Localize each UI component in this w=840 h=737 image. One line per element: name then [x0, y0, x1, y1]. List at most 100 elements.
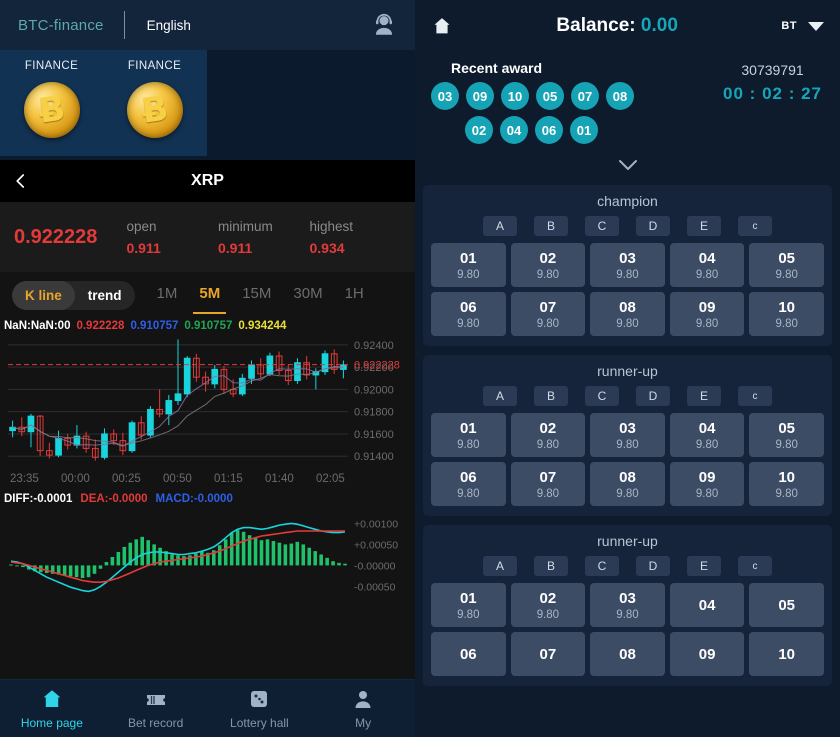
number-grid: 019.80029.80039.80049.80059.80069.80079.…	[431, 243, 824, 336]
timeframe-15m[interactable]: 15M	[242, 285, 271, 305]
bet-cell[interactable]: 059.80	[749, 243, 824, 287]
issue-number: 30739791	[723, 62, 822, 78]
letter-tab-c[interactable]: c	[738, 386, 772, 406]
finance-banner: FINANCE FINANCE	[0, 50, 415, 160]
bet-cell[interactable]: 069.80	[431, 462, 506, 506]
bet-cell[interactable]: 07	[511, 632, 586, 676]
letter-tab-E[interactable]: E	[687, 216, 721, 236]
quote-stat-highest: highest 0.934	[309, 219, 401, 256]
letter-tab-C[interactable]: C	[585, 556, 619, 576]
nav-item-bet-record[interactable]: Bet record	[104, 680, 208, 737]
bet-cell[interactable]: 039.80	[590, 583, 665, 627]
nav-item-home[interactable]: Home page	[0, 680, 104, 737]
bet-cell-number: 02	[540, 590, 557, 607]
bet-cell-number: 09	[699, 299, 716, 316]
bet-cell-odds: 9.80	[775, 269, 797, 281]
letter-tab-E[interactable]: E	[687, 386, 721, 406]
number-grid: 019.80029.80039.80049.80059.80 069.80079.…	[431, 413, 824, 506]
expand-row[interactable]	[415, 154, 840, 176]
bet-cell[interactable]: 029.80	[511, 583, 586, 627]
bet-cell[interactable]: 06	[431, 632, 506, 676]
bet-cell[interactable]: 109.80	[749, 462, 824, 506]
letter-tab-D[interactable]: D	[636, 216, 670, 236]
letter-tab-c[interactable]: c	[738, 216, 772, 236]
timeframe-1m[interactable]: 1M	[157, 285, 178, 305]
chevron-left-icon[interactable]	[12, 172, 30, 190]
finance-card[interactable]: FINANCE	[103, 50, 206, 156]
timeframe-5m[interactable]: 5M	[199, 285, 220, 305]
bet-cell-number: 08	[619, 299, 636, 316]
bet-cell[interactable]: 109.80	[749, 292, 824, 336]
bet-cell[interactable]: 049.80	[670, 413, 745, 457]
bet-cell[interactable]: 039.80	[590, 243, 665, 287]
timeframe-1h[interactable]: 1H	[345, 285, 364, 305]
bet-cell[interactable]: 019.80	[431, 413, 506, 457]
bet-cell[interactable]: 029.80	[511, 243, 586, 287]
language-selector[interactable]: English	[147, 18, 191, 33]
bet-cell[interactable]: 059.80	[749, 413, 824, 457]
letter-tabs: ABCDEc	[431, 386, 824, 406]
bet-cell[interactable]: 08	[590, 632, 665, 676]
chevron-down-icon[interactable]	[808, 22, 824, 31]
nav-item-lottery-hall[interactable]: Lottery hall	[208, 680, 312, 737]
bottom-nav: Home page Bet record Lottery hall	[0, 679, 415, 737]
candlestick-chart[interactable]: 0.924000.922000.920000.918000.916000.914…	[0, 332, 415, 472]
letter-tab-A[interactable]: A	[483, 216, 517, 236]
headset-avatar-icon[interactable]	[371, 12, 397, 38]
bet-cell[interactable]: 039.80	[590, 413, 665, 457]
bet-cell[interactable]: 019.80	[431, 583, 506, 627]
letter-tab-D[interactable]: D	[636, 556, 670, 576]
bet-section-title: runner-up	[431, 533, 824, 549]
bet-cell[interactable]: 019.80	[431, 243, 506, 287]
bet-cell-odds: 9.80	[775, 439, 797, 451]
letter-tab-c[interactable]: c	[738, 556, 772, 576]
bet-cell[interactable]: 089.80	[590, 462, 665, 506]
chevron-down-icon[interactable]	[615, 157, 641, 173]
bet-cell[interactable]: 04	[670, 583, 745, 627]
bet-cell-number: 01	[460, 250, 477, 267]
mode-kline[interactable]: K line	[12, 281, 75, 310]
nav-item-my[interactable]: My	[311, 680, 415, 737]
bet-cell-odds: 9.80	[616, 318, 638, 330]
brand-label: BTC-finance	[18, 17, 104, 34]
bet-cell-number: 10	[778, 299, 795, 316]
svg-text:0.91600: 0.91600	[354, 429, 394, 441]
bet-cell-odds: 9.80	[696, 488, 718, 500]
bet-cell[interactable]: 099.80	[670, 462, 745, 506]
countdown-timer: 00 : 02 : 27	[723, 84, 822, 104]
bet-cell[interactable]: 099.80	[670, 292, 745, 336]
bet-cell[interactable]: 079.80	[511, 462, 586, 506]
bet-cell[interactable]: 079.80	[511, 292, 586, 336]
mode-trend[interactable]: trend	[75, 281, 135, 310]
letter-tab-D[interactable]: D	[636, 386, 670, 406]
letter-tab-A[interactable]: A	[483, 386, 517, 406]
home-icon[interactable]	[431, 15, 453, 37]
letter-tab-C[interactable]: C	[585, 386, 619, 406]
bet-cell-number: 03	[619, 590, 636, 607]
bet-cell[interactable]: 089.80	[590, 292, 665, 336]
bet-cell[interactable]: 069.80	[431, 292, 506, 336]
bet-cell[interactable]: 09	[670, 632, 745, 676]
bet-cell[interactable]: 049.80	[670, 243, 745, 287]
letter-tab-B[interactable]: B	[534, 556, 568, 576]
letter-tab-B[interactable]: B	[534, 386, 568, 406]
letter-tab-B[interactable]: B	[534, 216, 568, 236]
nav-label: Bet record	[128, 716, 183, 730]
bet-cell[interactable]: 029.80	[511, 413, 586, 457]
number-grid: 019.80029.80039.800405 06 07080910	[431, 583, 824, 676]
timeframe-30m[interactable]: 30M	[293, 285, 322, 305]
bet-cell[interactable]: 05	[749, 583, 824, 627]
topbar-divider	[124, 11, 125, 39]
bet-cell-odds: 9.80	[696, 318, 718, 330]
stat-label: open	[126, 219, 218, 234]
bet-cell-number: 06	[460, 646, 477, 663]
balance-value: 0.00	[641, 15, 678, 36]
letter-tab-E[interactable]: E	[687, 556, 721, 576]
finance-card[interactable]: FINANCE	[0, 50, 103, 156]
bet-cell[interactable]: 10	[749, 632, 824, 676]
macd-chart[interactable]: +0.00100+0.00050-0.00000-0.00050	[0, 507, 415, 607]
currency-label[interactable]: BT	[781, 20, 797, 32]
letter-tab-C[interactable]: C	[585, 216, 619, 236]
letter-tab-A[interactable]: A	[483, 556, 517, 576]
bitcoin-coin-icon	[24, 82, 80, 138]
